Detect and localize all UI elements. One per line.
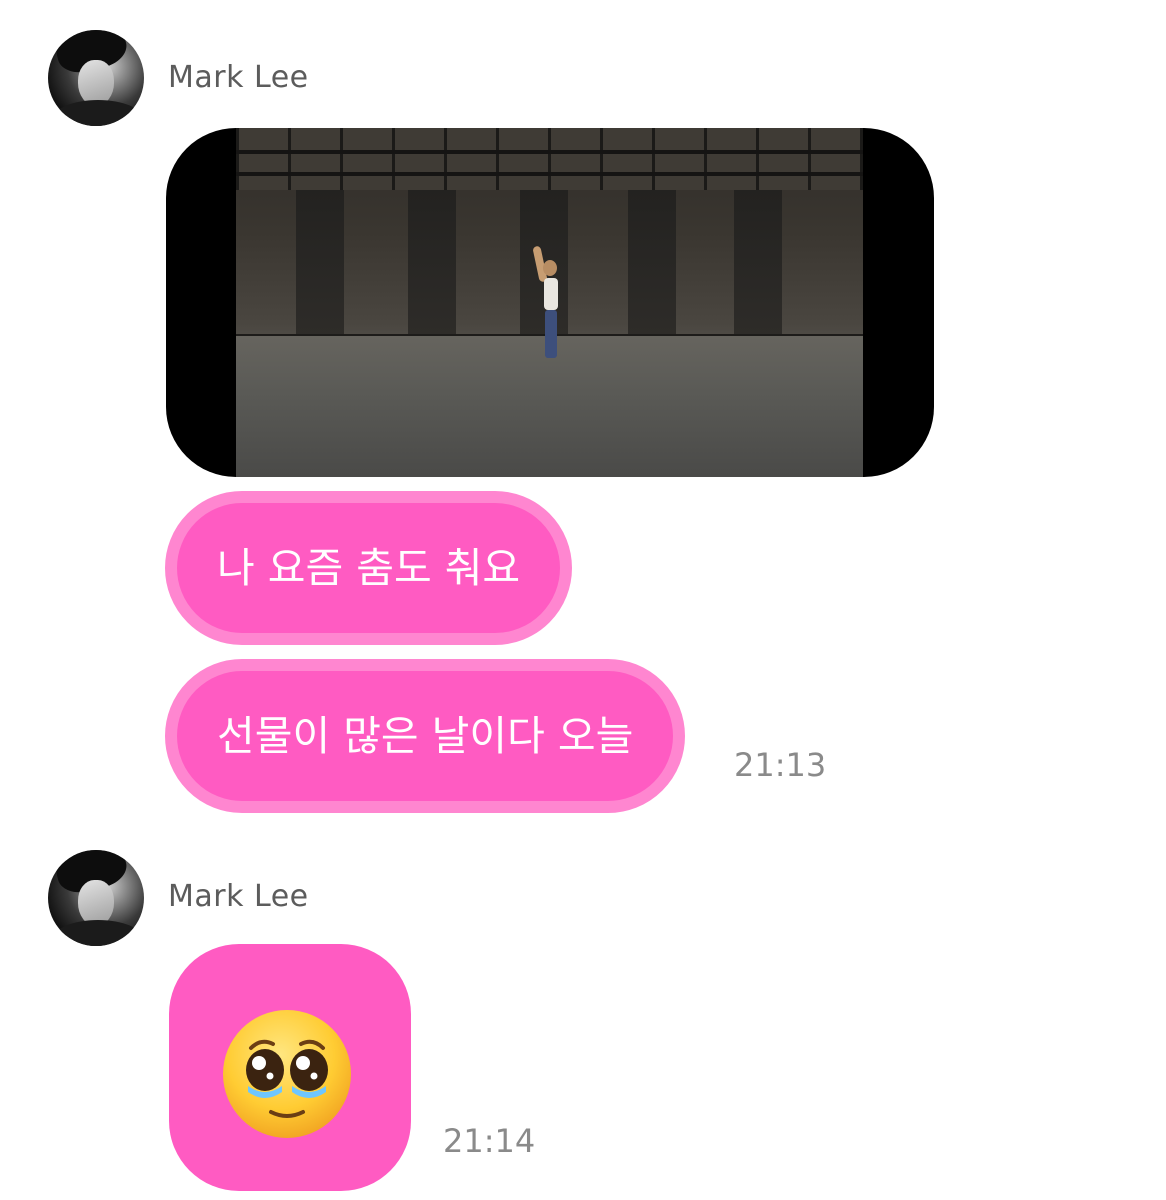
wall-panel	[408, 190, 456, 338]
emoji-bubble[interactable]	[169, 944, 411, 1191]
sender-name: Mark Lee	[168, 879, 309, 914]
video-attachment[interactable]	[166, 128, 934, 477]
avatar-shoulder	[52, 920, 144, 946]
dancer-legs	[545, 310, 557, 358]
dancer-body	[544, 278, 558, 310]
video-thumbnail	[236, 128, 863, 477]
sender-avatar[interactable]	[48, 30, 144, 126]
pleading-face-icon	[223, 1010, 351, 1138]
message-timestamp: 21:13	[734, 746, 827, 784]
dancer-head	[543, 260, 557, 276]
message-bubble[interactable]: 선물이 많은 날이다 오늘	[165, 659, 686, 813]
message-timestamp: 21:14	[443, 1122, 536, 1160]
wall-panel	[628, 190, 676, 338]
studio-ceiling	[236, 128, 863, 190]
wall-panel	[296, 190, 344, 338]
sender-name: Mark Lee	[168, 60, 309, 95]
ceiling-beam	[236, 172, 863, 176]
message-bubble[interactable]: 나 요즘 춤도 춰요	[165, 491, 573, 645]
sender-avatar[interactable]	[48, 850, 144, 946]
wall-panel	[734, 190, 782, 338]
avatar-shoulder	[52, 100, 144, 126]
ceiling-beam	[236, 150, 863, 154]
